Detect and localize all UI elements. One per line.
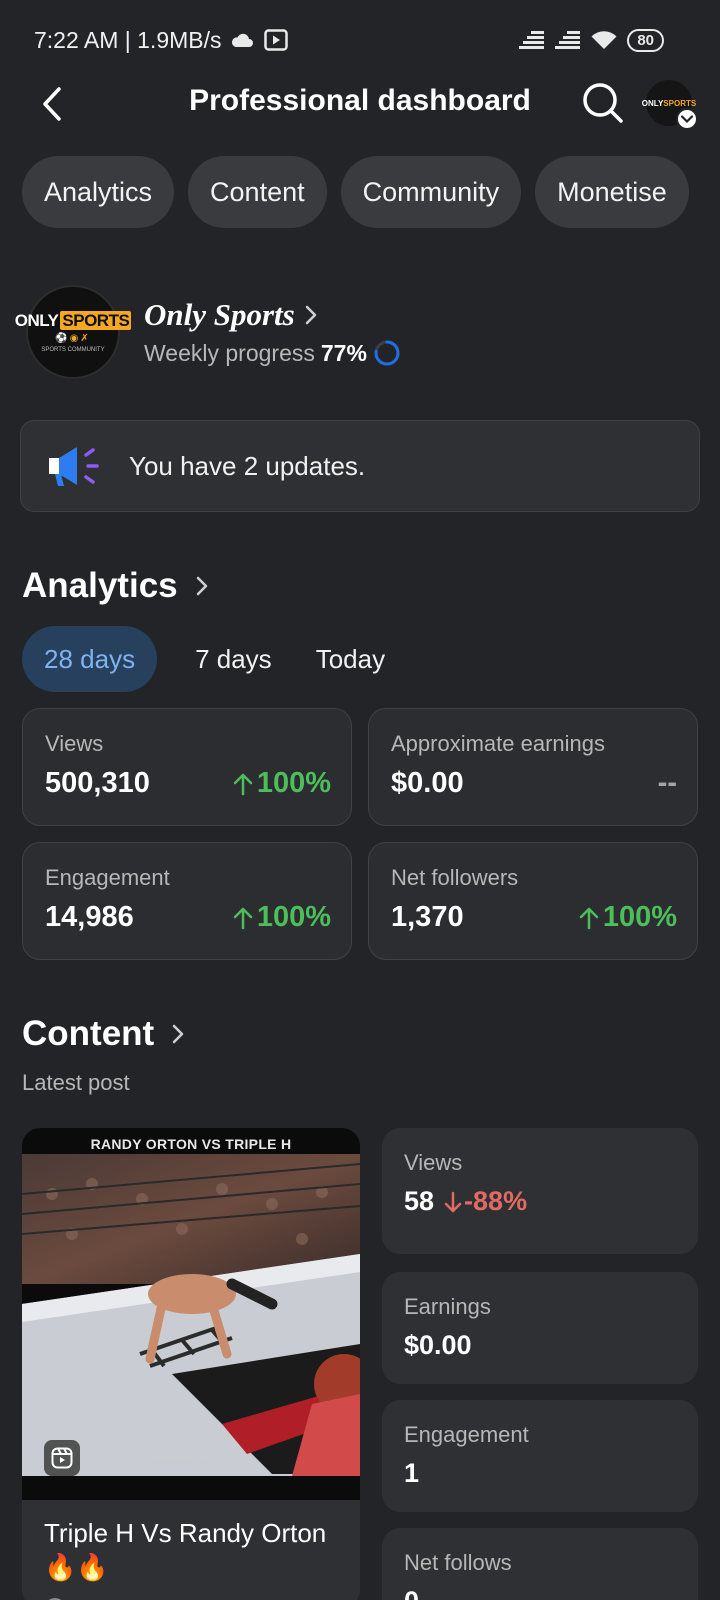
stat-value: 500,310 <box>45 767 150 799</box>
wifi-icon <box>591 31 617 49</box>
metric-value: 58 <box>404 1186 435 1216</box>
stat-change: 100% <box>579 901 677 934</box>
weekly-progress-label: Weekly progress <box>144 339 315 366</box>
post-metric-earnings[interactable]: Earnings $0.00 <box>382 1272 698 1384</box>
stat-card-engagement[interactable]: Engagement 14,986 100% <box>22 842 352 960</box>
profile-logo: ONLY SPORTS ⚽◉✗ SPORTS COMMUNITY <box>15 285 132 379</box>
cloud-icon <box>231 33 253 47</box>
stat-card-views[interactable]: Views 500,310 100% <box>22 708 352 826</box>
weekly-progress-value: 77% <box>320 339 367 366</box>
search-button[interactable] <box>580 80 626 126</box>
battery-indicator: 80 <box>627 28 664 52</box>
stat-value: 14,986 <box>45 901 134 933</box>
dashboard-tabs: Analytics Content Community Monetise <box>22 156 689 228</box>
status-bar: 7:22 AM | 1.9MB/s 80 <box>34 22 664 58</box>
chevron-right-icon <box>172 1024 184 1044</box>
sports-balls-icon: ⚽◉✗ <box>55 333 91 344</box>
wrestling-scene-image: Destruction Crew <box>22 1154 360 1476</box>
chevron-down-icon <box>676 108 698 130</box>
metric-value: $0.00 <box>404 1330 472 1360</box>
megaphone-icon <box>49 447 99 486</box>
thumbnail-caption: RANDY ORTON VS TRIPLE H <box>90 1136 292 1152</box>
metric-value: 0 <box>404 1586 419 1600</box>
profile-name: Only Sports <box>144 297 295 332</box>
chevron-right-icon <box>305 305 316 325</box>
avatar-logo: ONLYSPORTS <box>641 98 697 108</box>
content-section-header[interactable]: Content <box>22 1014 184 1054</box>
arrow-up-icon <box>233 907 253 929</box>
stat-change: 100% <box>233 767 331 800</box>
tab-monetise[interactable]: Monetise <box>535 156 689 228</box>
arrow-up-icon <box>233 773 253 795</box>
updates-text: You have 2 updates. <box>129 450 366 481</box>
status-time: 7:22 AM | 1.9MB/s <box>34 26 222 53</box>
chevron-right-icon <box>196 576 207 596</box>
period-today[interactable]: Today <box>294 626 407 692</box>
reel-icon <box>44 1440 80 1476</box>
tab-analytics[interactable]: Analytics <box>22 156 175 228</box>
arrow-down-icon <box>444 1191 462 1212</box>
stat-card-earnings[interactable]: Approximate earnings $0.00 -- <box>368 708 698 826</box>
latest-post-card[interactable]: RANDY ORTON VS TRIPLE H Destruction Crew… <box>22 1128 360 1600</box>
account-switcher-avatar[interactable]: ONLYSPORTS <box>642 80 698 130</box>
search-icon <box>583 83 623 123</box>
video-notification-icon <box>263 29 288 51</box>
period-28-days[interactable]: 28 days <box>22 626 158 692</box>
arrow-up-icon <box>579 907 599 929</box>
period-selector: 28 days 7 days Today <box>22 626 407 692</box>
stat-value: $0.00 <box>391 767 464 799</box>
post-metric-net-follows[interactable]: Net follows 0 <box>382 1528 698 1600</box>
svg-text:Destruction Crew: Destruction Crew <box>147 1452 212 1462</box>
period-7-days[interactable]: 7 days <box>173 626 294 692</box>
metric-value: 1 <box>404 1458 420 1488</box>
analytics-section-header[interactable]: Analytics <box>22 566 208 606</box>
stat-value: 1,370 <box>391 901 464 933</box>
post-thumbnail: RANDY ORTON VS TRIPLE H Destruction Crew <box>22 1128 360 1500</box>
profile-summary[interactable]: ONLY SPORTS ⚽◉✗ SPORTS COMMUNITY Only Spo… <box>15 284 401 380</box>
latest-post-label: Latest post <box>22 1070 130 1095</box>
signal-icon <box>519 31 545 49</box>
metric-change: -88% <box>444 1186 527 1217</box>
app-header: Professional dashboard ONLYSPORTS <box>0 74 720 132</box>
progress-ring-icon <box>374 340 400 366</box>
stat-card-net-followers[interactable]: Net followers 1,370 100% <box>368 842 698 960</box>
post-metric-views[interactable]: Views 58 -88% <box>382 1128 698 1254</box>
stat-change: 100% <box>233 901 331 934</box>
tab-community[interactable]: Community <box>340 156 522 228</box>
post-title: Triple H Vs Randy Orton 🔥🔥 <box>44 1518 327 1582</box>
post-metric-engagement[interactable]: Engagement 1 <box>382 1400 698 1512</box>
tab-content[interactable]: Content <box>188 156 327 228</box>
content-title: Content <box>22 1014 155 1053</box>
updates-banner[interactable]: You have 2 updates. <box>20 420 700 512</box>
analytics-title: Analytics <box>22 566 178 605</box>
signal-icon-2 <box>555 31 581 49</box>
stat-change: -- <box>657 767 677 799</box>
